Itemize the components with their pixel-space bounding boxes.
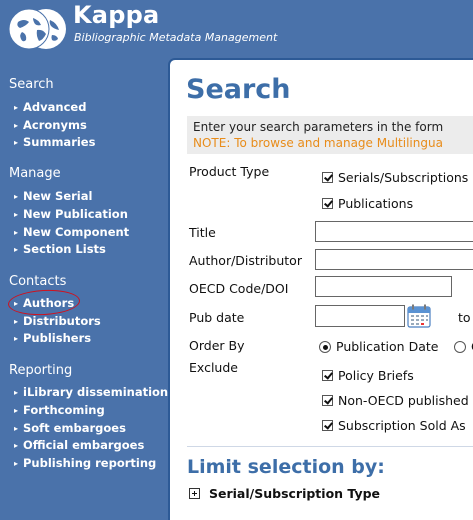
arrow-right-icon: ▸: [14, 103, 19, 112]
sidebar-section-manage: Manage: [9, 166, 61, 181]
sidebar-section-search: Search: [9, 77, 54, 92]
checkbox-checked-icon[interactable]: [322, 172, 333, 183]
sidebar-item-new-serial[interactable]: ▸ New Serial: [14, 189, 92, 203]
sidebar-item-forthcoming[interactable]: ▸ Forthcoming: [14, 403, 105, 417]
sidebar-item-soft-embargoes[interactable]: ▸ Soft embargoes: [14, 421, 126, 435]
checkbox-checked-icon[interactable]: [322, 198, 333, 209]
to-label: to: [458, 310, 471, 325]
arrow-right-icon: ▸: [14, 388, 19, 397]
checkbox-checked-icon[interactable]: [322, 395, 333, 406]
arrow-right-icon: ▸: [14, 459, 19, 468]
order-by-label: Order By: [189, 338, 245, 353]
sidebar-item-official-embargoes[interactable]: ▸ Official embargoes: [14, 438, 144, 452]
sidebar-item-ilibrary-dissemination[interactable]: ▸ iLibrary dissemination: [14, 385, 168, 399]
sidebar-item-summaries[interactable]: ▸ Summaries: [14, 135, 95, 149]
page-title: Search: [186, 74, 291, 105]
arrow-right-icon: ▸: [14, 406, 19, 415]
radio-order-option-2[interactable]: C: [454, 339, 473, 354]
checkbox-checked-icon[interactable]: [322, 370, 333, 381]
arrow-right-icon: ▸: [14, 424, 19, 433]
pub-date-label: Pub date: [189, 310, 245, 325]
sidebar-item-publishing-reporting[interactable]: ▸ Publishing reporting: [14, 456, 156, 470]
arrow-right-icon: ▸: [14, 441, 19, 450]
sidebar-item-advanced[interactable]: ▸ Advanced: [14, 100, 86, 114]
sidebar-item-new-component[interactable]: ▸ New Component: [14, 225, 129, 239]
app-title: Kappa: [73, 1, 160, 29]
expand-plus-icon[interactable]: [189, 488, 200, 499]
title-input[interactable]: [315, 221, 473, 242]
sidebar-item-publishers[interactable]: ▸ Publishers: [14, 331, 91, 345]
author-distributor-input[interactable]: [315, 249, 473, 270]
author-distributor-label: Author/Distributor: [189, 253, 302, 268]
sidebar-item-new-publication[interactable]: ▸ New Publication: [14, 207, 128, 221]
radio-publication-date[interactable]: Publication Date: [319, 339, 438, 354]
limit-selection-heading: Limit selection by:: [187, 456, 385, 478]
checkbox-serials-subscriptions[interactable]: Serials/Subscriptions: [322, 170, 468, 185]
checkbox-publications[interactable]: Publications: [322, 196, 413, 211]
oecd-code-doi-label: OECD Code/DOI: [189, 281, 289, 296]
instructions-box: Enter your search parameters in the form…: [187, 116, 473, 154]
serial-subscription-type-toggle[interactable]: Serial/Subscription Type: [209, 486, 380, 501]
multilingual-note: NOTE: To browse and manage Multilingua: [193, 136, 443, 150]
oecd-code-doi-input[interactable]: [315, 276, 452, 297]
app-subtitle: Bibliographic Metadata Management: [74, 31, 278, 44]
arrow-right-icon: ▸: [14, 210, 19, 219]
arrow-right-icon: ▸: [14, 317, 19, 326]
sidebar-section-reporting: Reporting: [9, 363, 73, 378]
checkbox-policy-briefs[interactable]: Policy Briefs: [322, 368, 414, 383]
product-type-label: Product Type: [189, 164, 270, 179]
sidebar-item-section-lists[interactable]: ▸ Section Lists: [14, 242, 106, 256]
calendar-icon[interactable]: [407, 304, 431, 332]
instructions-text: Enter your search parameters in the form: [193, 120, 444, 134]
arrow-right-icon: ▸: [14, 334, 19, 343]
checkbox-subscription-sold-as[interactable]: Subscription Sold As: [322, 418, 466, 433]
checkbox-non-oecd-published[interactable]: Non-OECD published: [322, 393, 469, 408]
title-label: Title: [189, 225, 216, 240]
section-divider: [187, 446, 473, 447]
radio-unselected-icon[interactable]: [454, 341, 466, 353]
arrow-right-icon: ▸: [14, 192, 19, 201]
arrow-right-icon: ▸: [14, 121, 19, 130]
oecd-globe-logo-icon: [8, 8, 66, 54]
checkbox-checked-icon[interactable]: [322, 420, 333, 431]
exclude-label: Exclude: [189, 360, 238, 375]
radio-selected-icon[interactable]: [319, 341, 331, 353]
app-header: Kappa Bibliographic Metadata Management: [0, 0, 473, 58]
arrow-right-icon: ▸: [14, 228, 19, 237]
sidebar-item-acronyms[interactable]: ▸ Acronyms: [14, 118, 87, 132]
authors-highlight-annotation: [7, 288, 81, 317]
pub-date-from-input[interactable]: [315, 305, 405, 327]
content-panel: Search Enter your search parameters in t…: [168, 58, 473, 520]
arrow-right-icon: ▸: [14, 138, 19, 147]
arrow-right-icon: ▸: [14, 245, 19, 254]
sidebar-section-contacts: Contacts: [9, 274, 67, 289]
sidebar-item-distributors[interactable]: ▸ Distributors: [14, 314, 101, 328]
